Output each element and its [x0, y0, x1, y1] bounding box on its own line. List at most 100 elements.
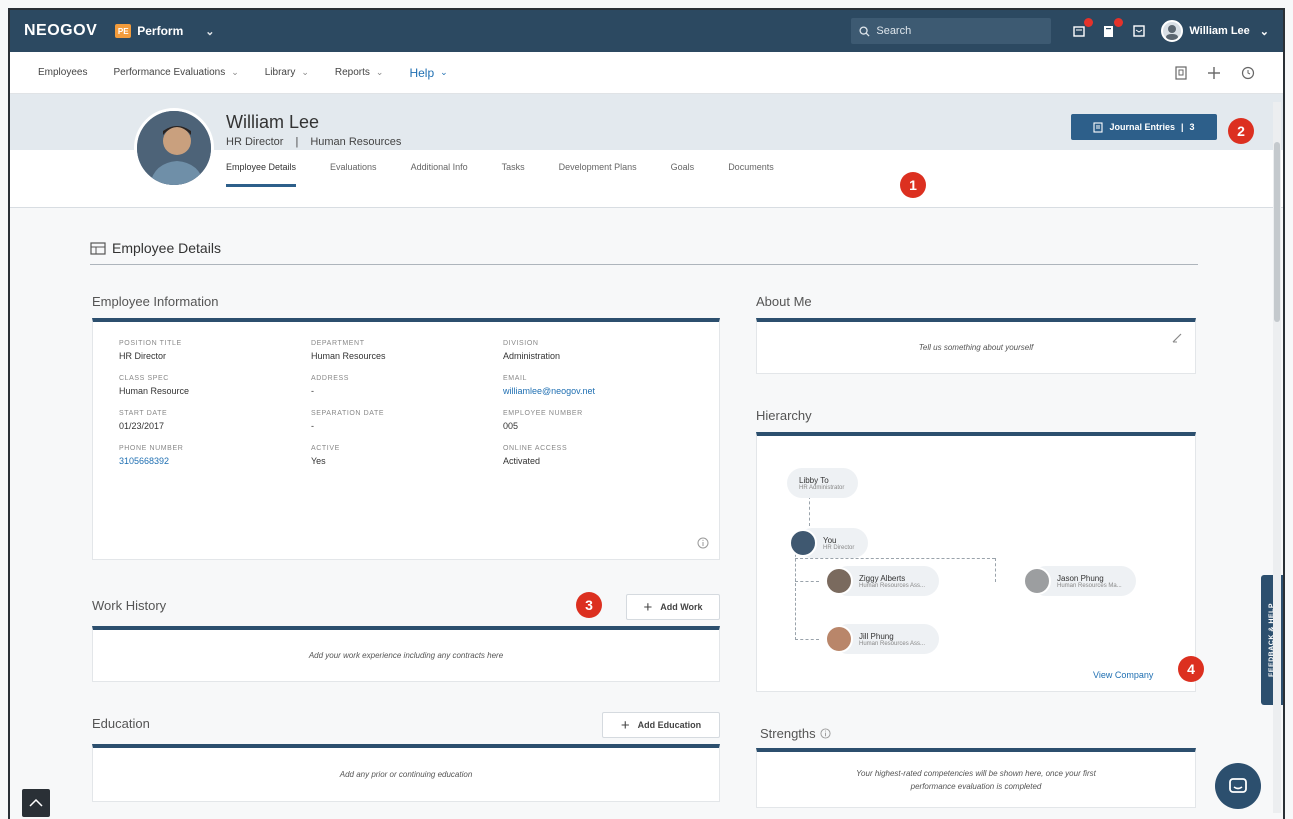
nav-help[interactable]: Help ⌄ [409, 66, 447, 80]
add-work-button[interactable]: + Add Work [626, 594, 720, 620]
education-title: Education [92, 716, 150, 731]
messages-icon[interactable] [1131, 23, 1147, 39]
tab-evaluations[interactable]: Evaluations [330, 162, 377, 187]
journal-entries-button[interactable]: Journal Entries | 3 [1071, 114, 1217, 140]
plus-icon: + [643, 598, 653, 616]
notifications-icon[interactable] [1071, 18, 1094, 39]
nav-label: Help [409, 65, 435, 80]
node-role: Human Resources Ass... [859, 582, 926, 589]
callout-badge-3: 3 [576, 592, 602, 618]
profile-name: William Lee [226, 112, 320, 132]
nav-label: Employees [38, 67, 88, 78]
field-division: DIVISION Administration [503, 340, 703, 361]
history-icon[interactable] [1241, 66, 1255, 80]
chevron-down-icon: ⌄ [440, 67, 448, 77]
chevron-down-icon: ⌄ [375, 67, 384, 77]
field-label: CLASS SPEC [119, 375, 169, 382]
profile-title: HR Director [226, 136, 284, 148]
avatar [1023, 567, 1051, 595]
tab-additional-info[interactable]: Additional Info [411, 162, 468, 187]
connector [795, 558, 995, 559]
notification-dot [1084, 18, 1094, 27]
empty-message: Add your work experience including any c… [308, 651, 504, 660]
info-icon[interactable] [697, 537, 709, 549]
chat-button[interactable] [1215, 763, 1261, 809]
edit-icon[interactable] [1171, 332, 1183, 344]
empty-message: performance evaluation is completed [910, 781, 1042, 791]
node-name: Jill Phung [859, 631, 894, 641]
avatar [825, 567, 853, 595]
email-link[interactable]: williamlee@neogov.net [503, 386, 703, 396]
journal-icon [1093, 121, 1104, 133]
field-department: DEPARTMENT Human Resources [311, 340, 503, 361]
view-company-link[interactable]: View Company [1093, 670, 1153, 680]
field-value: Human Resources [311, 351, 386, 361]
nav-performance-evaluations[interactable]: Performance Evaluations ⌄ [113, 67, 238, 78]
scroll-thumb[interactable] [1274, 142, 1280, 322]
about-me-card: Tell us something about yourself [756, 318, 1196, 374]
button-label: Add Education [637, 720, 702, 730]
profile-tabs: Employee Details Evaluations Additional … [226, 162, 774, 187]
collapse-button[interactable] [22, 789, 50, 817]
user-menu[interactable]: William Lee ⌄ [1161, 20, 1269, 42]
field-position-title: POSITION TITLE HR Director [119, 340, 311, 361]
empty-message: Your highest-rated competencies will be … [856, 768, 1096, 778]
hierarchy-node-self[interactable]: You HR Director [789, 528, 869, 558]
journal-count: 3 [1189, 122, 1195, 132]
main-nav: Employees Performance Evaluations ⌄ Libra… [10, 52, 1283, 94]
field-value: 01/23/2017 [119, 421, 165, 431]
node-role: HR Director [823, 544, 855, 551]
field-label: START DATE [119, 410, 168, 417]
field-value: Human Resource [119, 386, 190, 396]
section-title-text: Employee Details [112, 240, 221, 256]
avatar [1161, 20, 1184, 42]
tab-documents[interactable]: Documents [728, 162, 774, 187]
work-history-card: Add your work experience including any c… [92, 626, 720, 682]
search-placeholder: Search [876, 25, 912, 37]
avatar [825, 625, 853, 653]
tasks-icon[interactable] [1101, 18, 1124, 39]
hierarchy-node-report[interactable]: Jill Phung Human Resources Ass... [825, 624, 940, 654]
connector [795, 581, 819, 582]
empty-message: Add any prior or continuing education [339, 770, 473, 779]
report-icon[interactable] [1175, 65, 1187, 80]
nav-label: Library [264, 67, 296, 78]
nav-reports[interactable]: Reports ⌄ [335, 67, 384, 78]
user-name: William Lee [1189, 25, 1250, 37]
field-label: EMPLOYEE NUMBER [503, 410, 583, 417]
search-icon [859, 25, 870, 37]
node-role: Human Resources Ass... [859, 640, 926, 647]
field-label: ACTIVE [311, 445, 340, 452]
tab-development-plans[interactable]: Development Plans [559, 162, 637, 187]
app-switcher[interactable]: PE Perform ⌄ [115, 24, 214, 38]
profile-subtitle: HR Director | Human Resources [226, 136, 401, 148]
strengths-title: Strengths [760, 726, 831, 741]
tab-employee-details[interactable]: Employee Details [226, 162, 297, 187]
chevron-icon [29, 799, 43, 807]
hierarchy-node-report[interactable]: Ziggy Alberts Human Resources Ass... [825, 566, 940, 596]
field-label: POSITION TITLE [119, 340, 182, 347]
neogov-logo[interactable]: NEOGOV [24, 22, 97, 40]
tab-goals[interactable]: Goals [671, 162, 695, 187]
hierarchy-node-manager[interactable]: Libby To HR Administrator [787, 468, 859, 498]
node-name: Ziggy Alberts [859, 573, 906, 583]
info-icon[interactable] [820, 728, 831, 739]
button-label: Add Work [660, 602, 703, 612]
nav-library[interactable]: Library ⌄ [265, 67, 309, 78]
field-label: PHONE NUMBER [119, 445, 184, 452]
field-employee-number: EMPLOYEE NUMBER 005 [503, 410, 703, 431]
field-value: - [311, 421, 314, 431]
add-icon[interactable] [1207, 66, 1221, 80]
hierarchy-card: Libby To HR Administrator You HR Director … [756, 432, 1196, 692]
hierarchy-node-report[interactable]: Jason Phung Human Resources Ma... [1023, 566, 1136, 596]
strengths-title-text: Strengths [760, 726, 816, 741]
callout-badge-4: 4 [1178, 656, 1204, 682]
phone-link[interactable]: 3105668392 [119, 456, 311, 466]
chat-icon [1229, 778, 1247, 793]
add-education-button[interactable]: + Add Education [602, 712, 720, 738]
search-input[interactable]: Search [851, 18, 1052, 44]
tab-tasks[interactable]: Tasks [502, 162, 525, 187]
nav-label: Reports [334, 67, 370, 78]
nav-employees[interactable]: Employees [38, 67, 87, 78]
scrollbar[interactable] [1273, 102, 1281, 813]
